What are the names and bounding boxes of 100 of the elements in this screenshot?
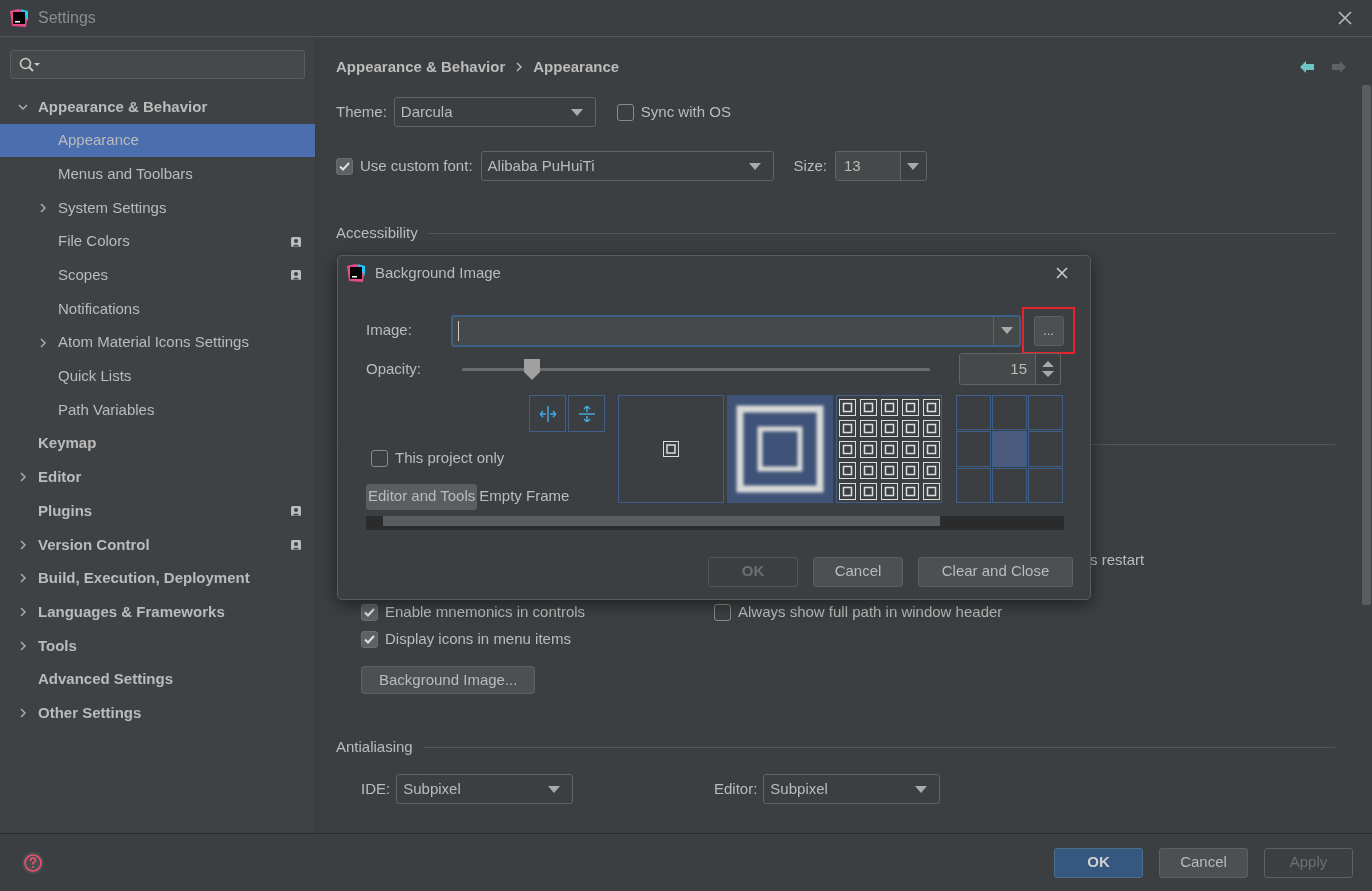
- caret-icon: [748, 162, 761, 170]
- chevron-icon: [38, 202, 48, 213]
- sidebar-item[interactable]: Menus and Toolbars: [0, 157, 315, 192]
- theme-dropdown[interactable]: Darcula: [393, 97, 596, 127]
- sidebar-item[interactable]: Other Settings: [0, 696, 315, 731]
- footer-button[interactable]: OK: [1054, 847, 1143, 878]
- checkbox-label: Sync with OS: [640, 101, 731, 122]
- anchor-cell[interactable]: [956, 467, 991, 503]
- flip-horizontal-icon: [539, 405, 556, 422]
- window-title: Settings: [38, 8, 96, 28]
- close-icon[interactable]: [1056, 267, 1068, 279]
- anchor-cell[interactable]: [956, 431, 991, 467]
- anchor-cell[interactable]: [992, 431, 1027, 467]
- field-label: Size:: [793, 155, 827, 176]
- checkbox[interactable]: [371, 449, 388, 467]
- editor-antialiasing-dropdown[interactable]: Subpixel: [763, 774, 941, 804]
- sidebar-item[interactable]: Build, Execution, Deployment: [0, 561, 315, 596]
- caret-icon: [915, 785, 928, 793]
- field-label: IDE:: [361, 778, 391, 799]
- close-icon[interactable]: [1338, 11, 1352, 25]
- checkbox-label: Always show full path in window header: [738, 601, 1003, 622]
- forward-arrow-icon[interactable]: [1332, 61, 1346, 73]
- caret-icon: [1000, 327, 1013, 334]
- sidebar-item[interactable]: Version Control: [0, 527, 315, 562]
- sidebar-item[interactable]: Notifications: [0, 292, 315, 326]
- checkbox[interactable]: [336, 157, 353, 175]
- back-arrow-icon[interactable]: [1300, 61, 1314, 73]
- checkbox[interactable]: [714, 603, 731, 621]
- sidebar-item[interactable]: Advanced Settings: [0, 662, 315, 697]
- sidebar-item[interactable]: Tools: [0, 629, 315, 663]
- anchor-cell[interactable]: [956, 395, 991, 431]
- checkmark-icon: [339, 161, 350, 171]
- anchor-cell[interactable]: [992, 395, 1027, 431]
- dialog-button[interactable]: Clear and Close: [918, 556, 1073, 587]
- fill-mode-tile[interactable]: [618, 395, 724, 503]
- checkmark-icon: [364, 634, 375, 644]
- tiled-squares-icon: [837, 397, 941, 501]
- fill-mode-tile[interactable]: [836, 395, 942, 503]
- checkbox[interactable]: [361, 630, 378, 648]
- centered-square-icon: [663, 441, 679, 457]
- section-heading: Accessibility: [336, 222, 418, 243]
- dialog-button[interactable]: Cancel: [813, 556, 903, 587]
- checkbox[interactable]: [361, 603, 378, 621]
- spinner-arrows-icon: [1042, 360, 1054, 378]
- search-field[interactable]: [10, 50, 305, 79]
- font-dropdown[interactable]: Alibaba PuHuiTi: [480, 151, 774, 181]
- checkbox[interactable]: [616, 103, 634, 121]
- checkbox-label: Enable mnemonics in controls: [385, 601, 586, 622]
- opacity-spinner[interactable]: 15: [959, 353, 1061, 385]
- flip-vertical-icon: [578, 405, 595, 422]
- chevron-icon: [18, 101, 28, 112]
- app-logo-icon: [10, 9, 28, 27]
- ide-antialiasing-dropdown[interactable]: Subpixel: [396, 774, 574, 804]
- breadcrumb-item[interactable]: Appearance: [533, 55, 620, 79]
- chevron-icon: [18, 472, 28, 483]
- chevron-icon: [18, 607, 28, 618]
- sidebar-item[interactable]: Path Variables: [0, 393, 315, 427]
- sidebar-item[interactable]: Scopes: [0, 258, 315, 293]
- sidebar-item[interactable]: Appearance & Behavior: [0, 90, 315, 124]
- anchor-cell[interactable]: [992, 467, 1027, 503]
- chevron-icon: [515, 62, 524, 72]
- size-combo-box[interactable]: 13: [834, 151, 927, 181]
- chevron-icon: [18, 640, 28, 651]
- help-icon[interactable]: [21, 850, 45, 875]
- slider-thumb[interactable]: [524, 358, 541, 380]
- sidebar-item[interactable]: Keymap: [0, 426, 315, 461]
- sidebar-item[interactable]: File Colors: [0, 224, 315, 259]
- sidebar-item[interactable]: Editor: [0, 460, 315, 495]
- chevron-icon: [38, 337, 48, 348]
- sidebar-item[interactable]: Quick Lists: [0, 359, 315, 394]
- checkbox-label: This project only: [395, 448, 505, 468]
- anchor-cell[interactable]: [1028, 467, 1063, 503]
- field-label: Editor:: [714, 778, 758, 799]
- fill-mode-tile[interactable]: [727, 395, 833, 503]
- anchor-cell[interactable]: [1028, 431, 1063, 467]
- chevron-icon: [18, 539, 28, 550]
- footer-button[interactable]: Cancel: [1159, 847, 1248, 878]
- sidebar-item[interactable]: Languages & Frameworks: [0, 595, 315, 629]
- checkbox-label: Display icons in menu items: [385, 628, 571, 649]
- search-icon: [19, 56, 41, 73]
- section-heading: Antialiasing: [336, 736, 413, 757]
- tab[interactable]: Empty Frame: [477, 483, 572, 510]
- flip-horizontal-button[interactable]: [529, 395, 566, 432]
- image-combo-box[interactable]: [451, 314, 1021, 347]
- caret-icon: [907, 162, 920, 170]
- background-image-button[interactable]: Background Image...: [361, 666, 536, 694]
- sidebar-item[interactable]: System Settings: [0, 191, 315, 225]
- field-label: Theme:: [336, 101, 387, 122]
- flip-vertical-button[interactable]: [568, 395, 605, 432]
- caret-icon: [570, 108, 583, 116]
- dialog-title: Background Image: [375, 262, 501, 283]
- sidebar-item[interactable]: Plugins: [0, 494, 315, 528]
- sidebar-item[interactable]: Atom Material Icons Settings: [0, 325, 315, 360]
- chevron-icon: [18, 708, 28, 719]
- checkmark-icon: [364, 607, 375, 617]
- anchor-cell[interactable]: [1028, 395, 1063, 431]
- browse-button[interactable]: ...: [1033, 315, 1064, 346]
- breadcrumb-item[interactable]: Appearance & Behavior: [336, 55, 506, 79]
- scrollbar-thumb[interactable]: [1362, 85, 1371, 605]
- tab[interactable]: Editor and Tools: [366, 483, 478, 510]
